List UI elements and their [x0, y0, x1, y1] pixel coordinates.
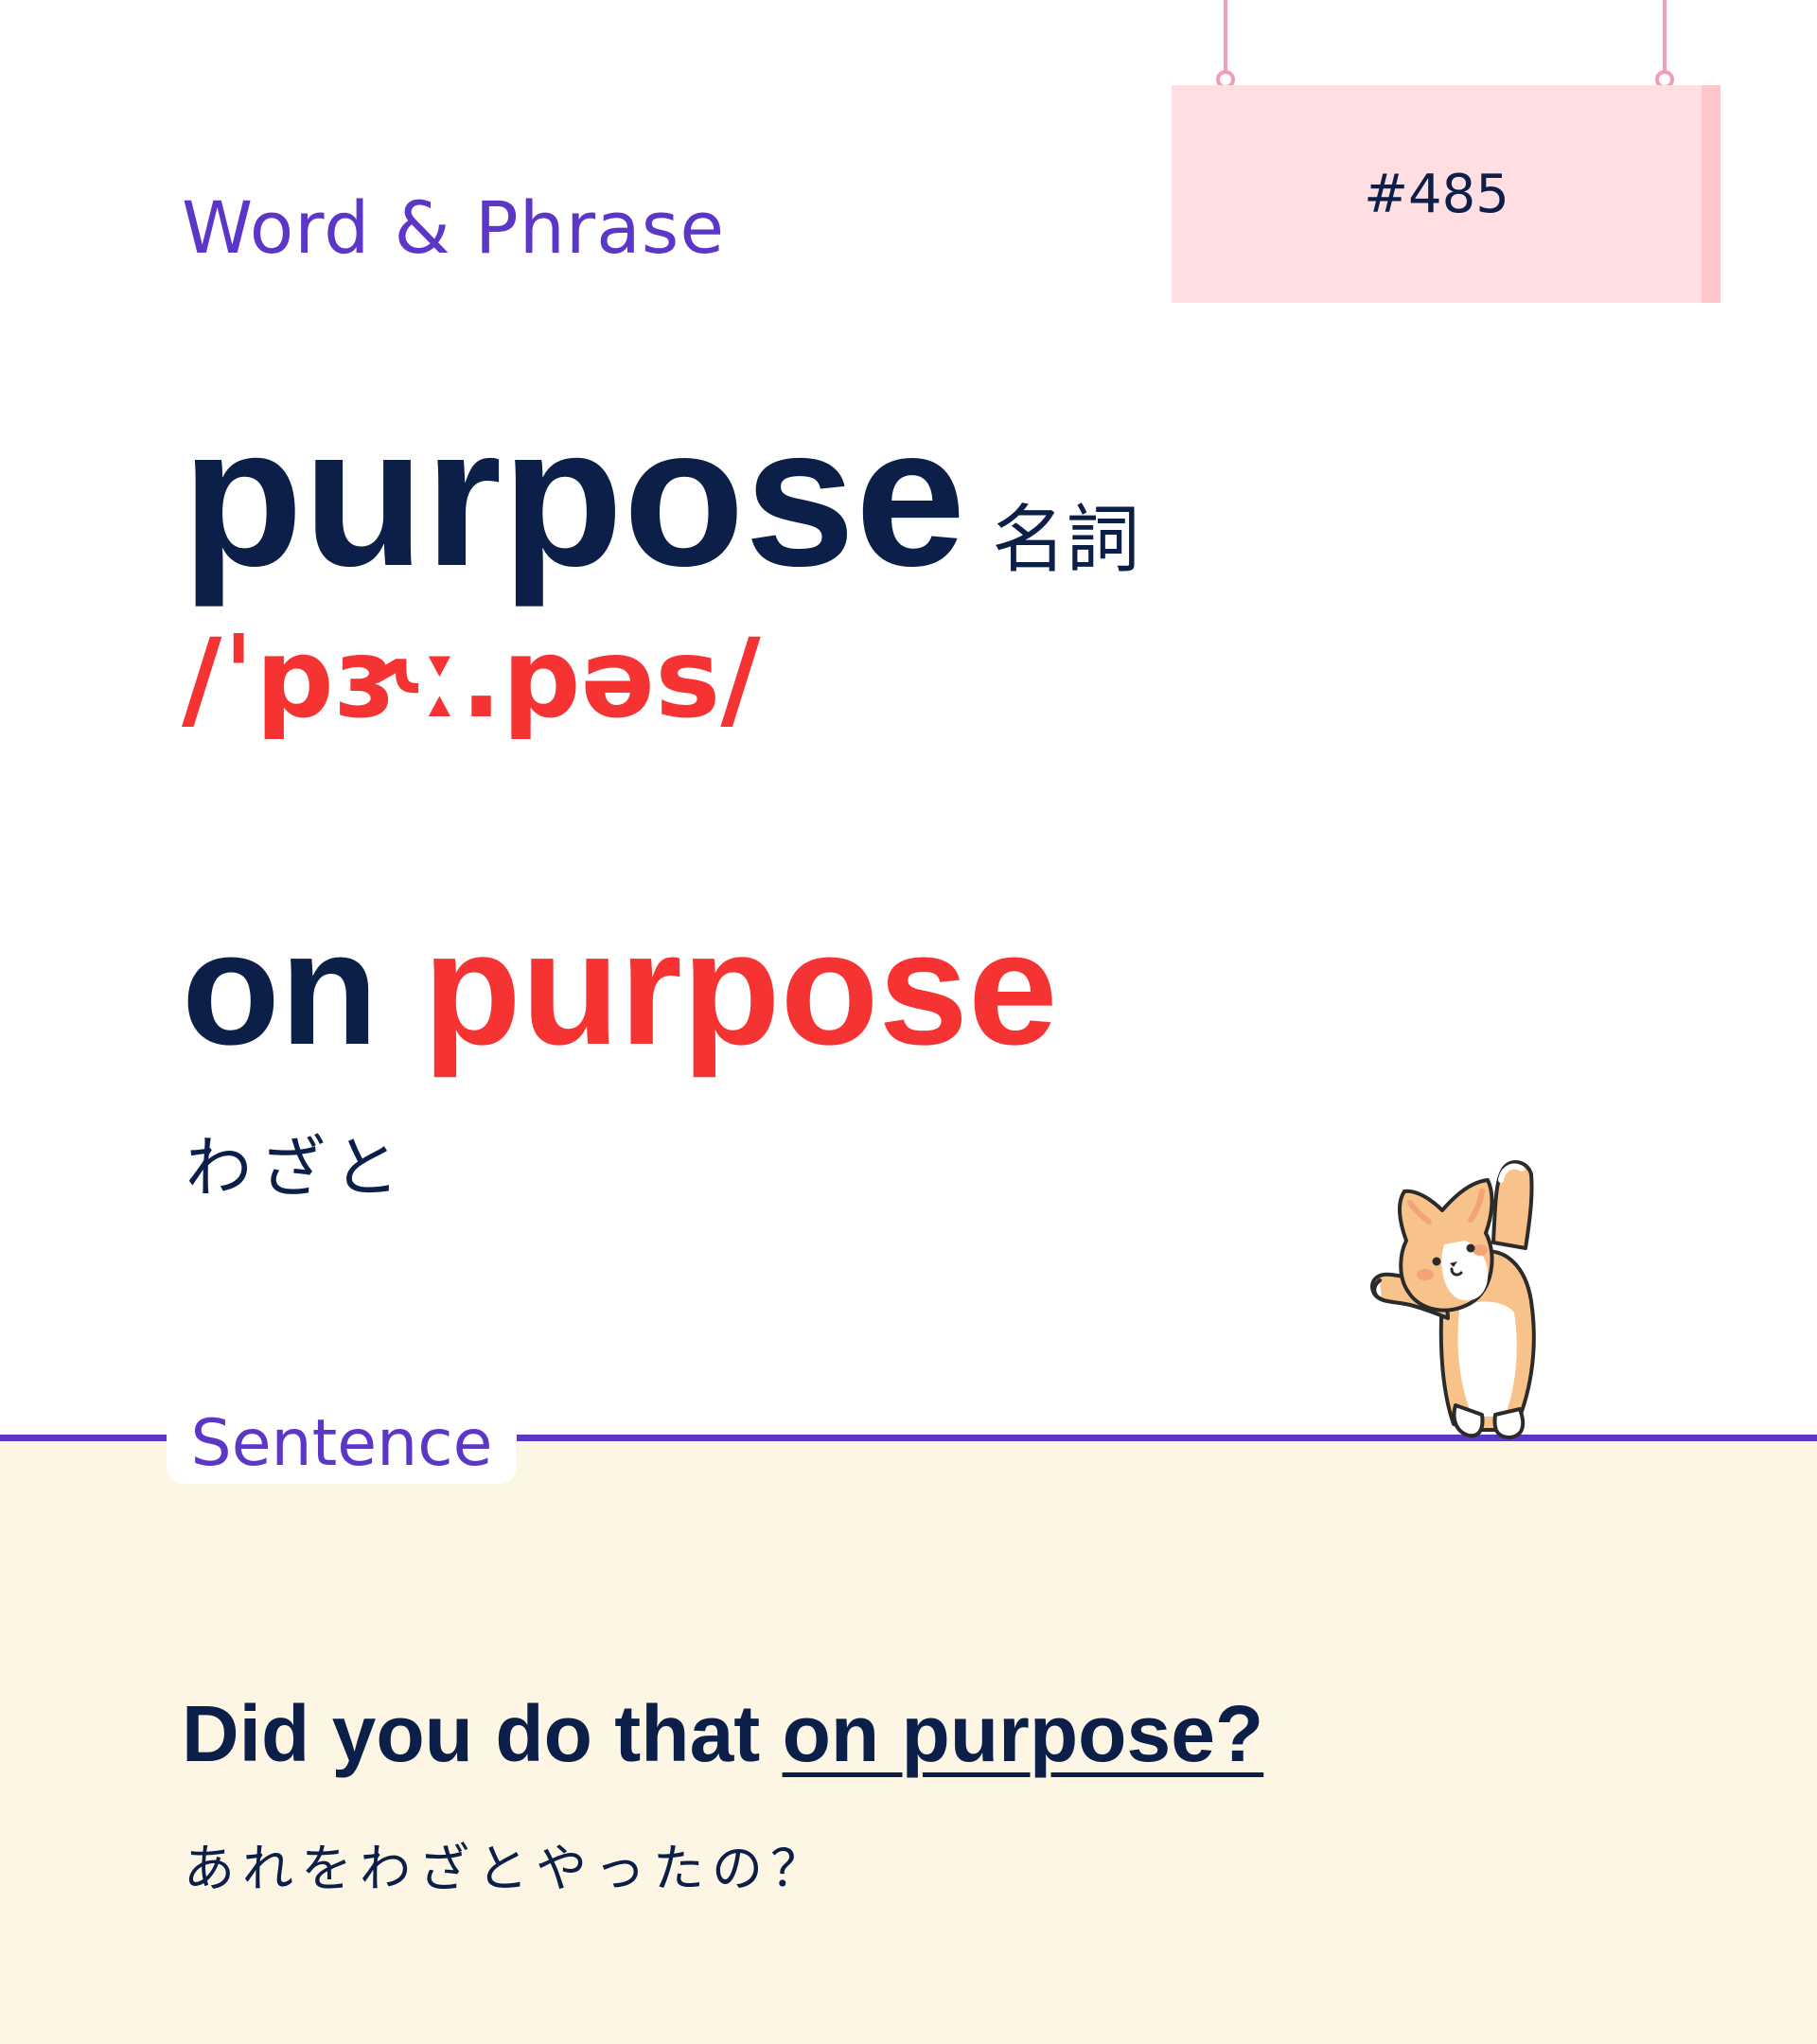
pronunciation: /ˈpɝː.pəs/ [182, 615, 761, 743]
part-of-speech: 名詞 [992, 498, 1140, 583]
sentence-highlight: on purpose? [782, 1689, 1264, 1778]
phrase-meaning: わざと [185, 1129, 407, 1207]
headword: purpose [182, 385, 966, 608]
corgi-dog-stretching-icon [1370, 1159, 1536, 1439]
headword-row: purpose 名詞 [182, 397, 1139, 596]
sentence-label: Sentence [167, 1402, 517, 1484]
phrase: on purpose [182, 908, 1058, 1069]
section-title: Word & Phrase [182, 185, 726, 270]
card-number: #485 [1364, 163, 1509, 225]
card-number-sign: #485 [1172, 85, 1720, 303]
sentence-text: Did you do that [182, 1689, 783, 1778]
phrase-prefix: on [182, 899, 423, 1079]
sentence-translation: あれをわざとやったの？ [184, 1839, 829, 1898]
phrase-highlight: purpose [422, 899, 1058, 1079]
sign-string-left [1224, 0, 1227, 74]
sign-string-right [1663, 0, 1667, 74]
example-sentence: Did you do that on purpose? [182, 1694, 1263, 1773]
